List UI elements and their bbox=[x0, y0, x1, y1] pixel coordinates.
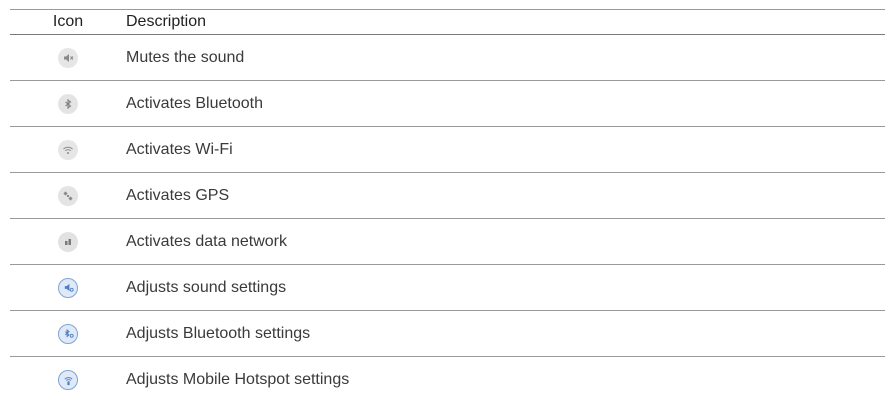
mute-icon bbox=[58, 47, 78, 68]
table-row: Activates data network bbox=[10, 219, 885, 265]
table-header: Icon Description bbox=[10, 9, 885, 35]
header-description-column: Description bbox=[126, 13, 207, 30]
table-row: Adjusts Mobile Hotspot settings bbox=[10, 357, 885, 403]
row-description: Mutes the sound bbox=[126, 48, 245, 66]
wifi-icon bbox=[58, 139, 78, 160]
row-description: Activates Bluetooth bbox=[126, 94, 263, 112]
table-row: Activates Wi-Fi bbox=[10, 127, 885, 173]
row-description: Adjusts Mobile Hotspot settings bbox=[126, 371, 350, 388]
data-network-icon bbox=[58, 231, 78, 252]
row-description: Activates Wi-Fi bbox=[126, 140, 233, 158]
icon-description-table: Icon Description Mutes the sound Activat… bbox=[10, 9, 885, 403]
table-row: Activates GPS bbox=[10, 173, 885, 219]
mobile-hotspot-settings-icon bbox=[58, 370, 78, 390]
sound-settings-icon bbox=[58, 277, 78, 298]
table-row: Adjusts sound settings bbox=[10, 265, 885, 311]
table-row: Adjusts Bluetooth settings bbox=[10, 311, 885, 357]
gps-icon bbox=[58, 185, 78, 206]
row-description: Adjusts sound settings bbox=[126, 278, 287, 296]
row-description: Adjusts Bluetooth settings bbox=[126, 324, 311, 342]
row-description: Activates GPS bbox=[126, 186, 230, 204]
table-row: Activates Bluetooth bbox=[10, 81, 885, 127]
row-description: Activates data network bbox=[126, 232, 287, 250]
table-row: Mutes the sound bbox=[10, 35, 885, 81]
header-icon-column: Icon bbox=[52, 13, 84, 30]
bluetooth-icon bbox=[58, 93, 78, 114]
bluetooth-settings-icon bbox=[58, 323, 78, 344]
